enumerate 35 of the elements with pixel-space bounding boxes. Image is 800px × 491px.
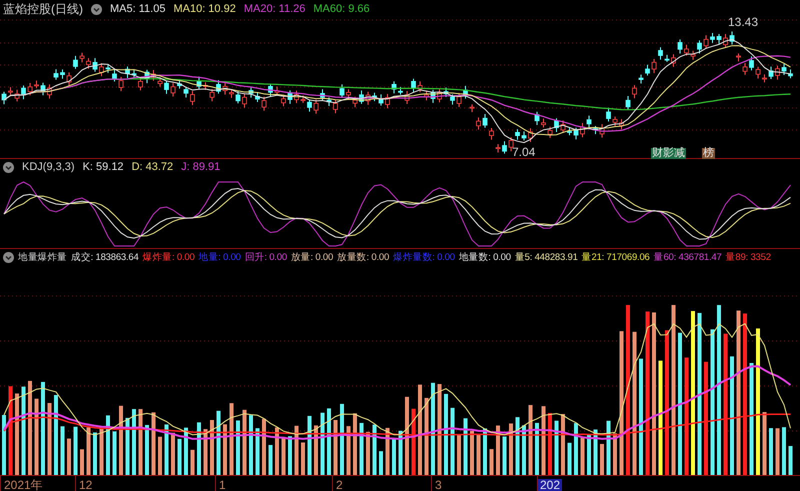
date-axis-label: 2021年 xyxy=(3,478,44,490)
indicator-value: 成交: 183863.64 xyxy=(71,252,139,262)
high-price-label: 13.43 xyxy=(728,16,758,28)
date-axis-label: 1 xyxy=(218,478,227,490)
indicator-value: 放量数: 0.00 xyxy=(337,252,390,262)
collapse-icon[interactable] xyxy=(3,162,14,173)
indicator-title: 地量爆炸量 xyxy=(18,252,68,262)
indicator-title: KDJ(9,3,3) xyxy=(22,162,75,173)
date-axis-label: 3 xyxy=(434,478,443,490)
indicator-value: 爆炸量: 0.00 xyxy=(142,252,195,262)
collapse-icon[interactable] xyxy=(3,252,14,263)
indicator-value: MA20: 11.26 xyxy=(244,4,306,14)
indicator-value: MA10: 10.92 xyxy=(173,4,236,14)
indicator-value: 地量: 0.00 xyxy=(198,252,241,262)
low-price-label: 7.04 xyxy=(512,146,536,158)
date-axis-label: 2 xyxy=(335,478,344,490)
indicator-value: 量21: 717069.06 xyxy=(582,252,650,262)
indicator-value: K: 59.12 xyxy=(82,162,124,173)
date-axis-label: 202 xyxy=(538,478,562,490)
chart-title: 蓝焰控股(日线) xyxy=(3,3,83,15)
indicator-value: MA5: 11.05 xyxy=(110,4,166,14)
indicator-value: D: 43.72 xyxy=(132,162,174,173)
indicator-value: 爆炸量数: 0.00 xyxy=(393,252,455,262)
indicator-value: 量89: 3352 xyxy=(726,252,771,262)
indicator-value: 地量数: 0.00 xyxy=(458,252,511,262)
signal-tag: 榜 xyxy=(702,148,715,159)
date-axis-label: 12 xyxy=(78,478,94,490)
indicator-value: 放量: 0.00 xyxy=(290,252,334,262)
indicator-value: MA60: 9.66 xyxy=(313,4,370,14)
collapse-icon[interactable] xyxy=(91,4,102,14)
indicator-value: J: 89.91 xyxy=(181,162,220,173)
signal-tag: 财影减 xyxy=(651,148,686,159)
indicator-value: 量5: 448283.91 xyxy=(514,252,578,262)
indicator-value: 量60: 436781.47 xyxy=(654,252,722,262)
indicator-value: 回升: 0.00 xyxy=(244,252,287,262)
